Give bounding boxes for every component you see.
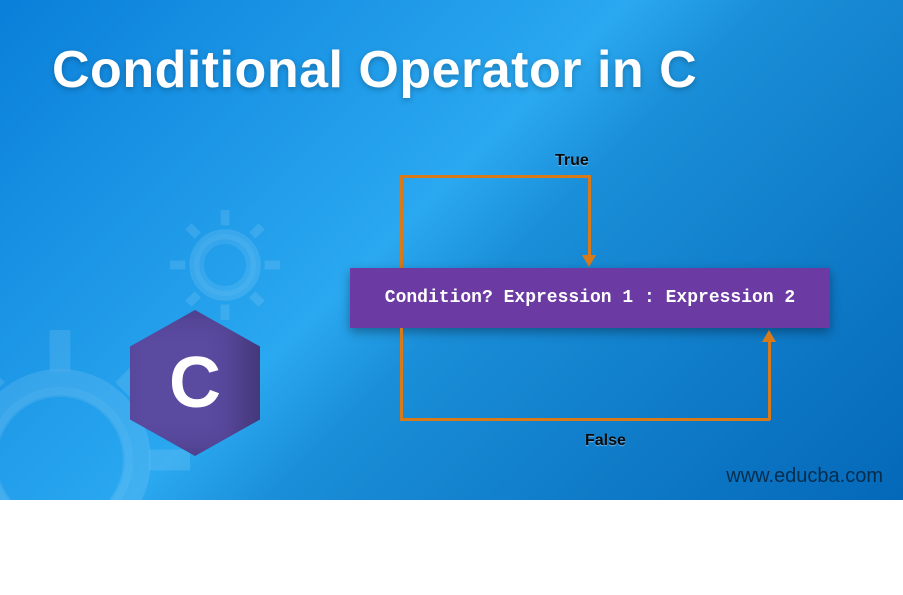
connector-line	[588, 175, 591, 257]
false-label: False	[585, 432, 626, 450]
syntax-box: Condition? Expression 1 : Expression 2	[350, 268, 830, 328]
connector-line	[400, 328, 403, 420]
page-canvas: Conditional Operator in C C True Conditi…	[0, 0, 903, 500]
watermark: www.educba.com	[726, 465, 883, 488]
logo-letter: C	[169, 342, 221, 424]
arrow-up-icon	[762, 330, 776, 342]
page-title: Conditional Operator in C	[52, 40, 697, 100]
c-logo: C	[130, 310, 260, 456]
connector-line	[768, 340, 771, 420]
connector-line	[400, 175, 590, 178]
hexagon-icon: C	[130, 310, 260, 456]
arrow-down-icon	[582, 255, 596, 267]
syntax-text: Condition? Expression 1 : Expression 2	[385, 288, 795, 308]
connector-line	[400, 418, 770, 421]
connector-line	[400, 175, 403, 268]
true-label: True	[555, 152, 589, 170]
gear-icon	[170, 210, 280, 320]
ternary-diagram: True Condition? Expression 1 : Expressio…	[330, 150, 860, 450]
